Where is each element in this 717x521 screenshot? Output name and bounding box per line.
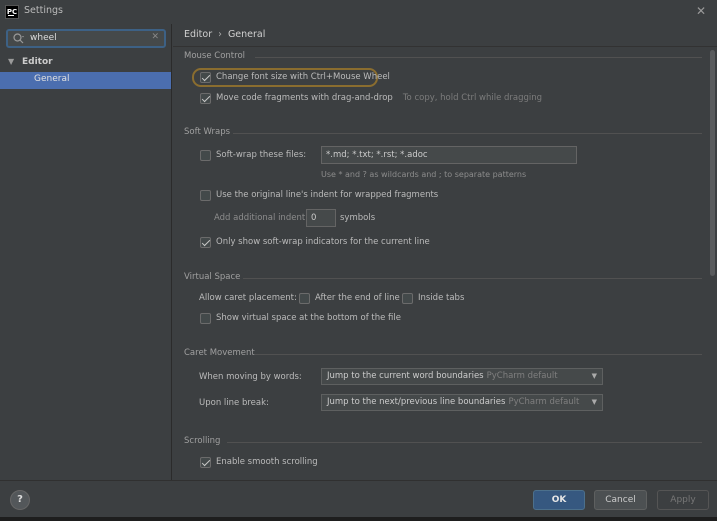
move-code-label: Move code fragments with drag-and-drop bbox=[216, 93, 393, 103]
after-end-of-line-checkbox[interactable] bbox=[299, 292, 310, 304]
help-button[interactable]: ? bbox=[10, 490, 30, 510]
only-show-indicators-label: Only show soft-wrap indicators for the c… bbox=[216, 237, 430, 247]
settings-sidebar: wheel ✕ ▼ Editor General bbox=[0, 24, 172, 480]
cancel-button[interactable]: Cancel bbox=[594, 490, 647, 510]
tree-item-editor-label: Editor bbox=[22, 57, 53, 67]
inside-tabs-checkbox[interactable] bbox=[402, 292, 413, 304]
chevron-down-icon: ▼ bbox=[591, 398, 597, 406]
additional-indent-label: Add additional indent: bbox=[214, 213, 309, 223]
divider bbox=[255, 57, 702, 58]
search-value: wheel bbox=[30, 33, 57, 43]
breadcrumb-current: General bbox=[227, 29, 266, 40]
title-bar: PC Settings ✕ bbox=[0, 0, 717, 24]
show-virtual-space-label: Show virtual space at the bottom of the … bbox=[216, 313, 401, 323]
dialog-footer: ? OK Cancel Apply bbox=[0, 480, 717, 521]
moving-by-words-value: Jump to the current word boundaries bbox=[327, 371, 484, 381]
pycharm-app-icon: PC bbox=[5, 5, 19, 19]
inside-tabs-option[interactable]: Inside tabs bbox=[402, 291, 464, 305]
soft-wrap-patterns-field[interactable]: *.md; *.txt; *.rst; *.adoc bbox=[321, 146, 577, 164]
moving-by-words-label: When moving by words: bbox=[199, 372, 302, 382]
show-virtual-space-option[interactable]: Show virtual space at the bottom of the … bbox=[200, 311, 401, 325]
after-end-of-line-option[interactable]: After the end of line bbox=[299, 291, 400, 305]
section-title-soft-wraps: Soft Wraps bbox=[184, 127, 231, 137]
additional-indent-unit: symbols bbox=[340, 213, 376, 223]
section-title-caret-movement: Caret Movement bbox=[184, 348, 255, 358]
section-title-virtual-space: Virtual Space bbox=[184, 272, 241, 282]
only-show-indicators-option[interactable]: Only show soft-wrap indicators for the c… bbox=[200, 235, 430, 249]
upon-line-break-default: PyCharm default bbox=[508, 397, 580, 407]
upon-line-break-value: Jump to the next/previous line boundarie… bbox=[327, 397, 506, 407]
smooth-scrolling-option[interactable]: Enable smooth scrolling bbox=[200, 455, 318, 469]
change-font-size-option[interactable]: Change font size with Ctrl+Mouse Wheel bbox=[200, 70, 390, 84]
breadcrumb-parent[interactable]: Editor bbox=[184, 29, 212, 40]
window-bottom-edge bbox=[0, 517, 717, 521]
moving-by-words-default: PyCharm default bbox=[486, 371, 558, 381]
divider bbox=[255, 354, 702, 355]
vertical-scrollbar[interactable] bbox=[710, 50, 715, 276]
inside-tabs-label: Inside tabs bbox=[418, 293, 465, 303]
window-title: Settings bbox=[24, 5, 63, 16]
change-font-size-checkbox[interactable] bbox=[200, 71, 211, 83]
allow-caret-label: Allow caret placement: bbox=[199, 293, 297, 303]
breadcrumb: Editor › General bbox=[184, 29, 265, 40]
clear-search-icon[interactable]: ✕ bbox=[151, 32, 159, 42]
search-icon bbox=[13, 33, 24, 44]
original-indent-label: Use the original line's indent for wrapp… bbox=[216, 190, 439, 200]
change-font-size-label: Change font size with Ctrl+Mouse Wheel bbox=[216, 72, 390, 82]
divider bbox=[233, 133, 702, 134]
divider bbox=[243, 278, 702, 279]
section-title-scrolling: Scrolling bbox=[184, 436, 221, 446]
soft-wrap-files-label: Soft-wrap these files: bbox=[216, 150, 307, 160]
wildcard-hint: Use * and ? as wildcards and ; to separa… bbox=[321, 170, 527, 179]
upon-line-break-label: Upon line break: bbox=[199, 398, 269, 408]
smooth-scrolling-label: Enable smooth scrolling bbox=[216, 457, 318, 467]
move-code-checkbox[interactable] bbox=[200, 92, 211, 104]
tree-item-general[interactable]: General bbox=[0, 72, 171, 89]
divider bbox=[173, 46, 717, 47]
additional-indent-field[interactable]: 0 bbox=[306, 209, 336, 227]
ok-button[interactable]: OK bbox=[533, 490, 585, 510]
section-title-mouse-control: Mouse Control bbox=[184, 51, 246, 61]
upon-line-break-dropdown[interactable]: Jump to the next/previous line boundarie… bbox=[321, 394, 603, 411]
breadcrumb-separator-icon: › bbox=[218, 29, 222, 40]
tree-item-general-label: General bbox=[34, 74, 70, 84]
moving-by-words-dropdown[interactable]: Jump to the current word boundaries PyCha… bbox=[321, 368, 603, 385]
smooth-scrolling-checkbox[interactable] bbox=[200, 456, 211, 468]
original-indent-option[interactable]: Use the original line's indent for wrapp… bbox=[200, 188, 438, 202]
divider bbox=[227, 442, 702, 443]
soft-wrap-files-checkbox[interactable] bbox=[200, 149, 211, 161]
show-virtual-space-checkbox[interactable] bbox=[200, 312, 211, 324]
after-end-of-line-label: After the end of line bbox=[315, 293, 400, 303]
chevron-down-icon[interactable]: ▼ bbox=[8, 57, 14, 66]
move-code-hint: To copy, hold Ctrl while dragging bbox=[402, 93, 543, 103]
original-indent-checkbox[interactable] bbox=[200, 189, 211, 201]
only-show-indicators-checkbox[interactable] bbox=[200, 236, 211, 248]
move-code-option[interactable]: Move code fragments with drag-and-drop T… bbox=[200, 91, 542, 105]
chevron-down-icon: ▼ bbox=[591, 372, 597, 380]
tree-item-editor[interactable]: ▼ Editor bbox=[0, 55, 171, 72]
apply-button[interactable]: Apply bbox=[657, 490, 709, 510]
search-input[interactable]: wheel ✕ bbox=[6, 29, 166, 48]
close-icon[interactable]: ✕ bbox=[693, 3, 709, 19]
settings-content: Editor › General Mouse Control Change font… bbox=[173, 24, 717, 480]
soft-wrap-files-option[interactable]: Soft-wrap these files: bbox=[200, 148, 306, 162]
